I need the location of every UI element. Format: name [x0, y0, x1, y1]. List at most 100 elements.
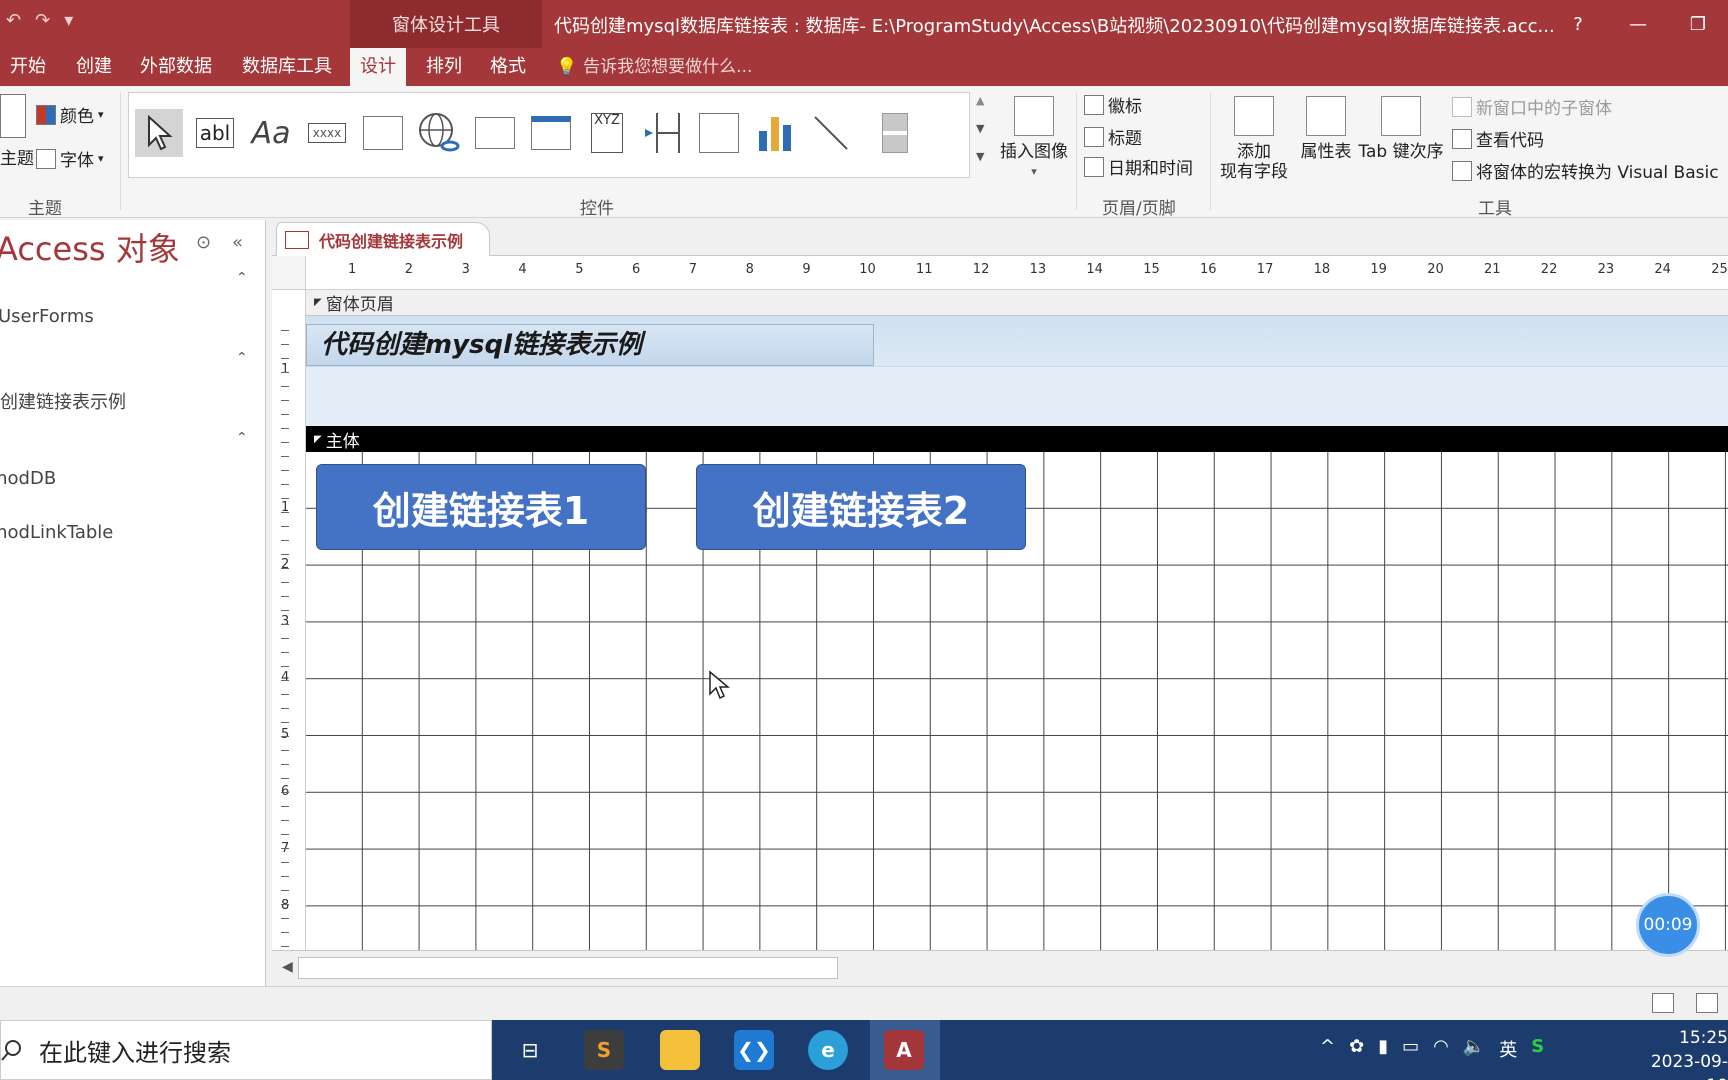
- redo-icon[interactable]: ↷: [35, 10, 50, 31]
- page-break-control[interactable]: [639, 109, 687, 157]
- tab-home[interactable]: 开始: [0, 48, 56, 86]
- horizontal-scrollbar[interactable]: ◀: [272, 950, 1728, 986]
- customize-qat-icon[interactable]: ▾: [64, 10, 73, 31]
- select-tool[interactable]: [135, 109, 183, 157]
- document-tab[interactable]: 代码创建链接表示例: [276, 222, 491, 256]
- tell-me-box[interactable]: 💡 告诉我您想要做什么...: [556, 48, 752, 86]
- nav-item-form-link-example[interactable]: 创建链接表示例: [0, 388, 126, 414]
- label-control[interactable]: Aa: [247, 109, 295, 157]
- nav-menu-icon[interactable]: ⊙: [196, 232, 211, 253]
- form-view-icon[interactable]: [1652, 993, 1674, 1013]
- ruler-tick: 25: [1711, 262, 1728, 277]
- title-button[interactable]: 标题: [1084, 124, 1142, 149]
- tab-create[interactable]: 创建: [66, 48, 122, 86]
- ruler-tick: 20: [1427, 262, 1444, 277]
- group-collapse-icon[interactable]: ⌃: [236, 350, 248, 366]
- ruler-corner[interactable]: [272, 256, 306, 290]
- detail-grid-area[interactable]: 创建链接表1 创建链接表2: [306, 452, 1728, 950]
- tab-database-tools[interactable]: 数据库工具: [232, 48, 342, 86]
- property-sheet-button[interactable]: 属性表: [1294, 96, 1358, 162]
- collapse-pane-icon[interactable]: «: [232, 232, 243, 253]
- logo-button[interactable]: 徽标: [1084, 92, 1142, 117]
- sublime-text-icon[interactable]: S: [584, 1030, 624, 1070]
- ruler-mark: [281, 946, 289, 947]
- tab-arrange[interactable]: 排列: [416, 48, 472, 86]
- detail-section-bar[interactable]: ◤ 主体: [306, 426, 1728, 452]
- create-link-table-2-button[interactable]: 创建链接表2: [696, 464, 1026, 550]
- sogou-icon[interactable]: S: [1531, 1036, 1544, 1062]
- restore-button[interactable]: ❐: [1668, 0, 1728, 48]
- form-title-label[interactable]: 代码创建mysql链接表示例: [306, 324, 874, 366]
- volume-icon[interactable]: 🔈: [1463, 1036, 1485, 1062]
- convert-macros-button[interactable]: 将窗体的宏转换为 Visual Basic: [1452, 158, 1719, 183]
- tell-me-text: 告诉我您想要做什么...: [583, 57, 753, 77]
- tab-order-button[interactable]: Tab 键次序: [1354, 96, 1448, 162]
- tab-format[interactable]: 格式: [480, 48, 536, 86]
- textbox-control[interactable]: abl: [191, 109, 239, 157]
- nav-pane-title[interactable]: Access 对象: [0, 224, 180, 270]
- form-header-band: [306, 366, 1728, 426]
- ruler-mark: [281, 890, 289, 891]
- help-button[interactable]: ?: [1548, 0, 1608, 48]
- navigation-control[interactable]: [527, 109, 575, 157]
- form-header-area[interactable]: 代码创建mysql链接表示例: [306, 316, 1728, 426]
- nav-item-userforms[interactable]: UserForms: [0, 306, 94, 327]
- gallery-scroll-down[interactable]: ▼: [976, 122, 984, 135]
- option-group-control[interactable]: XYZ: [583, 109, 631, 157]
- battery-icon[interactable]: ▭: [1402, 1036, 1419, 1062]
- ruler-tick: 1: [281, 362, 290, 377]
- horizontal-ruler[interactable]: 1 2 3 4 5 6 7 8 9 10 11 12 13 14 15 16 17 18 19 20 21 22 23 24 2…: [306, 256, 1728, 290]
- web-browser-control[interactable]: [471, 109, 519, 157]
- flower-icon[interactable]: ✿: [1349, 1036, 1364, 1062]
- clock[interactable]: 15:25 2023-09-10: [1646, 1026, 1728, 1080]
- edge-icon[interactable]: e: [808, 1030, 848, 1070]
- add-existing-fields-button[interactable]: 添加 现有字段: [1214, 96, 1294, 182]
- button-control[interactable]: xxxx: [303, 109, 351, 157]
- taskbar-search[interactable]: 在此键入进行搜索: [0, 1020, 492, 1080]
- undo-icon[interactable]: ↶: [6, 10, 21, 31]
- wifi-icon[interactable]: ◠: [1433, 1036, 1449, 1062]
- file-explorer-icon[interactable]: [660, 1030, 700, 1070]
- minimize-button[interactable]: —: [1608, 0, 1668, 48]
- group-collapse-icon[interactable]: ⌃: [236, 270, 248, 286]
- create-link-table-1-button[interactable]: 创建链接表1: [316, 464, 646, 550]
- scroll-thumb[interactable]: [298, 957, 838, 979]
- design-view-icon[interactable]: [1696, 993, 1718, 1013]
- rectangle-control[interactable]: [871, 109, 919, 157]
- tab-external-data[interactable]: 外部数据: [130, 48, 222, 86]
- date-time-button[interactable]: 日期和时间: [1084, 154, 1193, 179]
- ruler-mark: [281, 372, 289, 373]
- access-icon[interactable]: A: [884, 1030, 924, 1070]
- tab-design[interactable]: 设计: [350, 48, 406, 86]
- subform-new-window-button[interactable]: 新窗口中的子窗体: [1452, 94, 1612, 119]
- insert-image-button[interactable]: 插入图像 ▾: [996, 96, 1072, 182]
- ruler-tick: 3: [461, 262, 470, 277]
- fonts-button[interactable]: 字体 ▾: [36, 146, 104, 171]
- lightbulb-icon: 💡: [556, 57, 578, 77]
- section-marker-icon: ◤: [314, 297, 322, 308]
- combo-box-control[interactable]: [695, 109, 743, 157]
- hyperlink-control[interactable]: [415, 109, 463, 157]
- vscode-icon[interactable]: ❮❯: [734, 1030, 774, 1070]
- task-view-icon[interactable]: ⊟: [510, 1030, 550, 1070]
- nav-item-modlinktable[interactable]: modLinkTable: [0, 522, 113, 543]
- view-code-button[interactable]: 查看代码: [1452, 126, 1544, 151]
- ime-indicator[interactable]: 英: [1499, 1036, 1517, 1062]
- convert-macros-label: 将窗体的宏转换为 Visual Basic: [1476, 163, 1719, 183]
- scroll-left-icon[interactable]: ◀: [282, 959, 293, 975]
- gallery-more[interactable]: ▼: [976, 150, 984, 163]
- themes-button[interactable]: [0, 94, 26, 138]
- chart-control[interactable]: [751, 109, 799, 157]
- subform-label: 新窗口中的子窗体: [1476, 99, 1612, 119]
- gallery-scroll-up[interactable]: ▲: [976, 94, 984, 107]
- colors-button[interactable]: 颜色 ▾: [36, 102, 104, 127]
- ruler-mark: [281, 848, 289, 849]
- nav-item-moddb[interactable]: modDB: [0, 468, 56, 489]
- form-header-section-bar[interactable]: ◤ 窗体页眉: [306, 290, 1728, 316]
- microphone-icon[interactable]: ▮: [1378, 1036, 1388, 1062]
- tab-control[interactable]: [359, 109, 407, 157]
- line-control[interactable]: [807, 109, 855, 157]
- vertical-ruler[interactable]: 112345678: [272, 290, 306, 950]
- chevron-up-icon[interactable]: ^: [1320, 1036, 1335, 1062]
- group-collapse-icon[interactable]: ⌃: [236, 430, 248, 446]
